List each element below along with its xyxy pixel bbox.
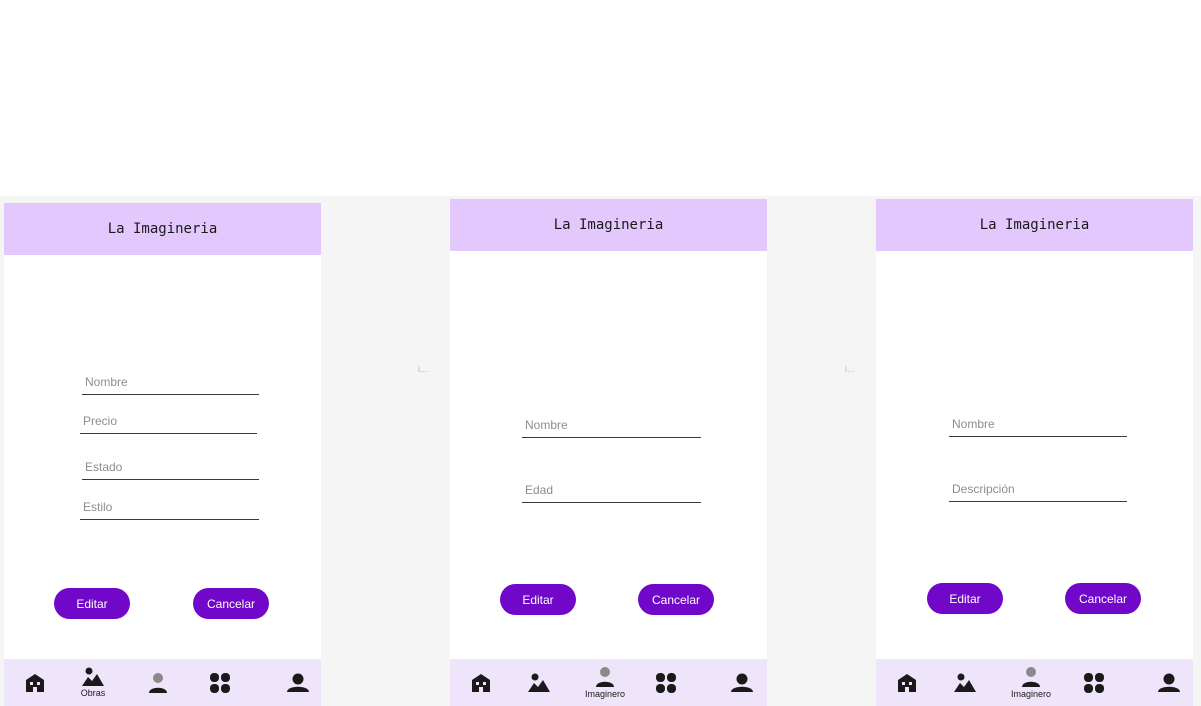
estilo-field-label: Estilo (83, 500, 113, 514)
nav-active-label: Imaginero (584, 689, 626, 699)
bottom-nav: Imaginero (450, 659, 767, 706)
nav-item-imaginero[interactable]: Imaginero (584, 659, 626, 706)
nav-active-label: Imaginero (1010, 689, 1052, 699)
obras-icon (954, 673, 976, 692)
profile-icon (287, 673, 309, 692)
nav-item-obras[interactable] (521, 659, 557, 706)
bottom-nav: Imaginero (876, 659, 1193, 706)
profile-icon (731, 673, 753, 692)
nombre-field[interactable]: Nombre (949, 415, 1127, 437)
home-icon (898, 673, 916, 692)
person-icon (596, 667, 614, 687)
precio-field-label: Precio (83, 414, 118, 428)
nav-item-profile[interactable] (724, 659, 760, 706)
nav-item-home[interactable] (17, 659, 53, 706)
nombre-field[interactable]: Nombre (82, 373, 259, 395)
app-header: La Imagineria (450, 199, 767, 251)
nav-item-home[interactable] (463, 659, 499, 706)
nav-item-grid[interactable] (202, 659, 238, 706)
obras-icon (82, 667, 104, 686)
app-title: La Imagineria (979, 217, 1090, 233)
nombre-field-label: Nombre (525, 418, 568, 432)
person-icon (1022, 667, 1040, 687)
nav-item-profile[interactable] (1151, 659, 1187, 706)
descripcion-field[interactable]: Descripción (949, 480, 1127, 502)
screen-imaginero-edit-edad: La Imagineria Nombre Edad Editar Cancela… (450, 199, 767, 706)
home-icon (26, 673, 44, 692)
screen-imaginero-edit-descripcion: La Imagineria Nombre Descripción Editar … (876, 199, 1193, 706)
nav-item-home[interactable] (889, 659, 925, 706)
nav-item-imaginero[interactable]: Imaginero (1010, 659, 1052, 706)
precio-field[interactable]: Precio (80, 412, 257, 434)
canvas-ellipsis-marker: i... (418, 364, 428, 374)
grid-icon (656, 672, 676, 693)
descripcion-field-label: Descripción (952, 482, 1015, 496)
nav-item-obras[interactable] (947, 659, 983, 706)
nav-item-obras[interactable]: Obras (75, 659, 111, 706)
canvas-ellipsis-marker: i... (845, 364, 855, 374)
grid-icon (210, 672, 230, 693)
cancelar-button[interactable]: Cancelar (193, 588, 269, 619)
person-icon (149, 672, 167, 693)
editar-button[interactable]: Editar (500, 584, 576, 615)
screen-obras-edit: La Imagineria Nombre Precio Estado Estil… (4, 203, 321, 706)
app-title: La Imagineria (553, 217, 664, 233)
grid-icon (1084, 672, 1104, 693)
app-title: La Imagineria (107, 221, 218, 237)
estilo-field[interactable]: Estilo (80, 498, 259, 520)
estado-field[interactable]: Estado (82, 458, 259, 480)
obras-icon (528, 673, 550, 692)
nav-item-grid[interactable] (648, 659, 684, 706)
nombre-field-label: Nombre (85, 375, 128, 389)
app-header: La Imagineria (876, 199, 1193, 251)
home-icon (472, 673, 490, 692)
nav-item-imaginero[interactable] (140, 659, 176, 706)
nombre-field[interactable]: Nombre (522, 416, 701, 438)
nav-active-label: Obras (80, 688, 106, 698)
edad-field-label: Edad (525, 483, 554, 497)
nav-item-grid[interactable] (1076, 659, 1112, 706)
edad-field[interactable]: Edad (522, 481, 701, 503)
editar-button[interactable]: Editar (927, 583, 1003, 614)
cancelar-button[interactable]: Cancelar (1065, 583, 1141, 614)
bottom-nav: Obras (4, 659, 321, 706)
cancelar-button[interactable]: Cancelar (638, 584, 714, 615)
editar-button[interactable]: Editar (54, 588, 130, 619)
nav-item-profile[interactable] (280, 659, 316, 706)
nombre-field-label: Nombre (952, 417, 995, 431)
estado-field-label: Estado (85, 460, 123, 474)
profile-icon (1158, 673, 1180, 692)
app-header: La Imagineria (4, 203, 321, 255)
